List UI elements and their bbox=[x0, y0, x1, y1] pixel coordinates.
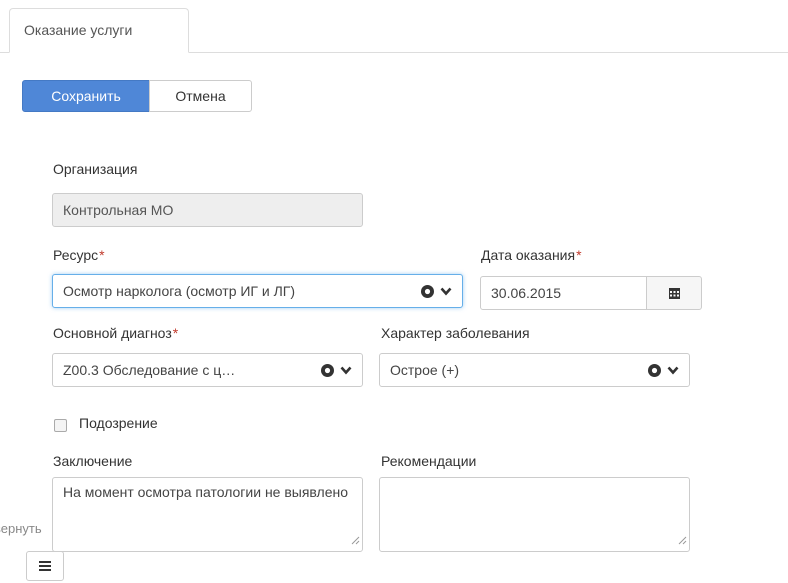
resource-label: Ресурс* bbox=[53, 247, 105, 263]
date-label: Дата оказания* bbox=[481, 247, 582, 263]
tab-service-provision[interactable]: Оказание услуги bbox=[9, 8, 189, 53]
chevron-down-icon[interactable] bbox=[340, 366, 352, 375]
date-label-text: Дата оказания bbox=[481, 247, 576, 263]
menu-button[interactable] bbox=[26, 551, 64, 581]
chevron-down-icon[interactable] bbox=[667, 366, 679, 375]
clear-circle-icon[interactable] bbox=[421, 284, 434, 298]
tab-bar: Оказание услуги bbox=[0, 0, 788, 54]
conclusion-textarea[interactable]: На момент осмотра патологии не выявлено bbox=[52, 477, 363, 552]
clear-circle-icon[interactable] bbox=[321, 363, 334, 377]
side-return-tab[interactable]: вернуть bbox=[0, 513, 50, 545]
resource-select[interactable]: Осмотр нарколога (осмотр ИГ и ЛГ) bbox=[52, 274, 463, 308]
resize-grip-icon[interactable] bbox=[351, 532, 360, 549]
required-mark: * bbox=[576, 247, 582, 263]
resource-label-text: Ресурс bbox=[53, 247, 99, 263]
disease-character-label: Характер заболевания bbox=[381, 325, 530, 341]
diagnosis-select[interactable]: Z00.3 Обследование с ц… bbox=[52, 353, 363, 387]
clear-circle-icon[interactable] bbox=[648, 363, 661, 377]
suspicion-label[interactable]: Подозрение bbox=[79, 415, 158, 431]
required-mark: * bbox=[99, 247, 105, 263]
date-input[interactable]: 30.06.2015 bbox=[480, 276, 647, 310]
save-button[interactable]: Сохранить bbox=[22, 80, 150, 112]
menu-icon bbox=[39, 561, 51, 571]
cancel-button[interactable]: Отмена bbox=[149, 80, 252, 112]
chevron-down-icon[interactable] bbox=[440, 287, 452, 296]
resource-select-value: Осмотр нарколога (осмотр ИГ и ЛГ) bbox=[63, 283, 296, 299]
recommendations-label: Рекомендации bbox=[381, 453, 477, 469]
required-mark: * bbox=[172, 325, 179, 341]
diagnosis-label: Основной диагноз* bbox=[53, 325, 178, 341]
diagnosis-label-text: Основной диагноз bbox=[53, 325, 172, 341]
conclusion-text: На момент осмотра патологии не выявлено bbox=[63, 484, 349, 500]
organization-label: Организация bbox=[53, 161, 138, 177]
recommendations-textarea[interactable] bbox=[379, 477, 690, 552]
resize-grip-icon[interactable] bbox=[678, 532, 687, 549]
organization-field: Контрольная МО bbox=[52, 193, 363, 227]
suspicion-checkbox[interactable] bbox=[54, 419, 67, 432]
diagnosis-select-value: Z00.3 Обследование с ц… bbox=[63, 362, 236, 378]
conclusion-label: Заключение bbox=[53, 453, 133, 469]
disease-character-select-value: Острое (+) bbox=[390, 362, 460, 378]
calendar-button[interactable] bbox=[646, 276, 702, 310]
disease-character-select[interactable]: Острое (+) bbox=[379, 353, 690, 387]
calendar-icon bbox=[668, 287, 680, 299]
